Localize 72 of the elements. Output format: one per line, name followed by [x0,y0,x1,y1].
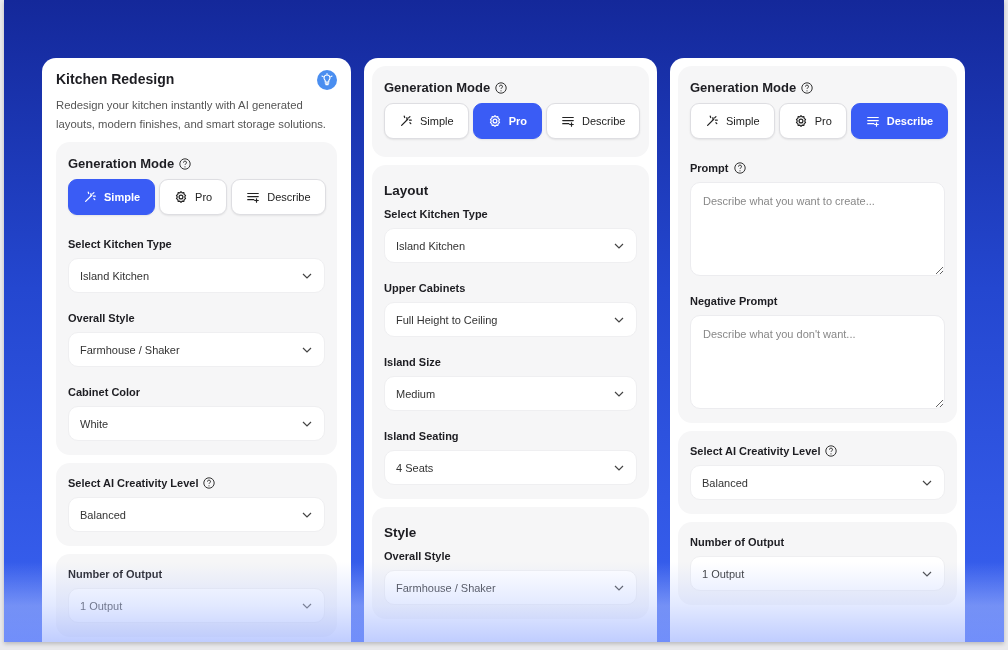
select-value: Full Height to Ceiling [396,313,498,326]
mode-button[interactable]: Simple [68,179,156,215]
select-field[interactable]: 4 Seats [384,450,637,485]
field-label: Upper Cabinets [384,282,466,294]
help-icon[interactable] [179,157,192,170]
mode-button[interactable]: Describe [545,103,641,139]
select-field[interactable]: Island Kitchen [68,258,325,293]
select-value: Balanced [702,476,748,489]
select-value: Island Kitchen [396,239,466,252]
select-field[interactable]: 1 Output [690,556,945,591]
mode-button[interactable]: Describe [231,179,326,215]
mode-button[interactable]: Pro [778,103,847,139]
field-label: Select AI Creativity Level [690,445,821,457]
select-field[interactable]: Farmhouse / Shaker [68,332,325,367]
field-label: Number of Output [68,568,163,580]
select-value: 4 Seats [396,461,434,474]
panel-title: Kitchen Redesign [56,71,175,87]
mode-button[interactable]: Simple [690,103,775,139]
list-icon [865,114,880,128]
select-field[interactable]: 1 Output [68,588,325,623]
field-label: Island Size [384,356,441,368]
select-value: Medium [396,387,436,400]
field-label: Cabinet Color [68,386,141,398]
select-field[interactable]: Farmhouse / Shaker [384,570,637,605]
select-value: White [80,417,109,430]
list-icon [560,114,575,128]
field-label: Select AI Creativity Level [68,477,199,489]
select-field[interactable]: Island Kitchen [384,228,637,263]
field-label: Generation Mode [68,156,175,171]
help-icon[interactable] [495,81,508,94]
help-icon[interactable] [825,445,838,457]
wand-icon [705,114,719,128]
select-value: 1 Output [702,567,745,580]
list-icon [246,190,261,204]
select-field[interactable]: Balanced [690,465,945,500]
lightbulb-icon [317,70,337,90]
wand-icon [83,190,97,204]
select-field[interactable]: Medium [384,376,637,411]
field-label: Overall Style [68,312,135,324]
field-label: Number of Output [690,536,785,548]
help-icon[interactable] [733,162,746,174]
field-label: Negative Prompt [690,295,778,307]
select-value: Island Kitchen [80,269,150,282]
field-label: Generation Mode [384,80,491,95]
text-area[interactable]: Describe what you don't want... [690,315,945,409]
section-heading: Layout [384,183,430,198]
mode-button[interactable]: Simple [384,103,469,139]
field-label: Island Seating [384,430,459,442]
gear-icon [487,114,502,128]
select-value: Farmhouse / Shaker [396,581,496,594]
help-icon[interactable] [203,477,216,489]
select-field[interactable]: Balanced [68,497,325,532]
select-value: 1 Output [80,599,123,612]
gear-icon [793,114,808,128]
text-area[interactable]: Describe what you want to create... [690,182,945,276]
field-label: Generation Mode [690,80,797,95]
select-field[interactable]: White [68,406,325,441]
mode-button[interactable]: Describe [850,103,949,139]
wand-icon [399,114,413,128]
select-value: Farmhouse / Shaker [80,343,180,356]
field-label: Select Kitchen Type [68,238,172,250]
gear-icon [174,190,189,204]
select-field[interactable]: Full Height to Ceiling [384,302,637,337]
help-icon[interactable] [801,81,814,94]
mode-button[interactable]: Pro [472,103,542,139]
section-heading: Style [384,525,418,540]
field-label: Prompt [690,162,729,174]
field-label: Overall Style [384,550,451,562]
select-value: Balanced [80,508,126,521]
mode-button[interactable]: Pro [159,179,228,215]
field-label: Select Kitchen Type [384,208,488,220]
panel-description: Redesign your kitchen instantly with AI generated layouts, modern finishes, and smart storage solutions. [56,98,327,132]
